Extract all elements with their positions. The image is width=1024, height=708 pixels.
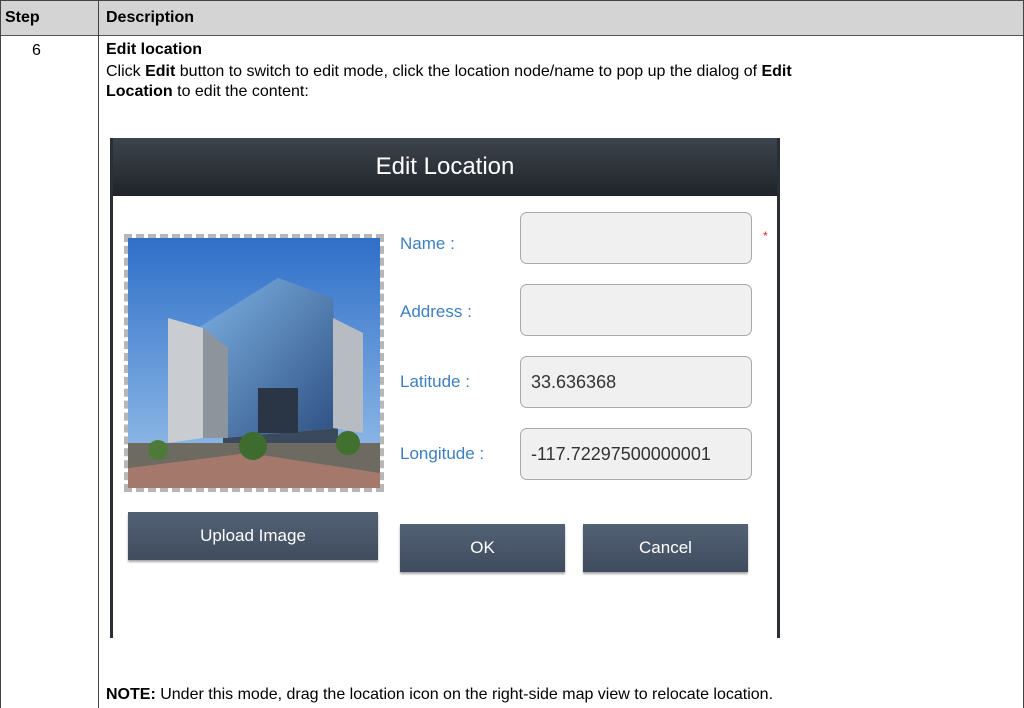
dialog-border-right xyxy=(777,138,780,638)
cancel-button[interactable]: Cancel xyxy=(583,524,748,572)
address-label: Address : xyxy=(400,302,472,321)
edit-location-dialog: Edit Location Name: * Address: Latitud… xyxy=(110,138,780,638)
table-border-top xyxy=(0,0,1024,1)
dialog-border-left xyxy=(110,138,113,638)
instruction-line-2: Location to edit the content: xyxy=(106,83,309,100)
dialog-header: Edit Location xyxy=(110,138,780,196)
dialog-title: Edit Location xyxy=(375,153,515,180)
longitude-input[interactable] xyxy=(520,428,752,480)
instruction-line-1: Click Edit button to switch to edit mode… xyxy=(106,63,792,80)
note-label: NOTE: xyxy=(106,686,156,703)
address-input[interactable] xyxy=(520,284,752,336)
note: NOTE: Under this mode, drag the location… xyxy=(106,686,773,704)
name-input[interactable] xyxy=(520,212,752,264)
step-title: Edit location xyxy=(106,41,202,58)
latitude-input[interactable] xyxy=(520,356,752,408)
required-marker: * xyxy=(763,229,768,243)
note-text: Under this mode, drag the location icon … xyxy=(155,686,774,703)
table-border-left xyxy=(0,0,1,708)
building-photo-icon xyxy=(128,238,380,488)
latitude-label: Latitude : xyxy=(400,372,470,391)
table-column-divider xyxy=(98,0,99,708)
longitude-label: Longitude : xyxy=(400,444,485,463)
name-label: Name : xyxy=(400,234,455,253)
header-description: Description xyxy=(106,9,195,26)
ok-button[interactable]: OK xyxy=(400,524,565,572)
table-header-row: Step Description xyxy=(0,0,1024,36)
step-number: 6 xyxy=(32,42,41,59)
location-image xyxy=(124,234,384,492)
header-step: Step xyxy=(5,9,40,26)
upload-image-button[interactable]: Upload Image xyxy=(128,512,378,560)
